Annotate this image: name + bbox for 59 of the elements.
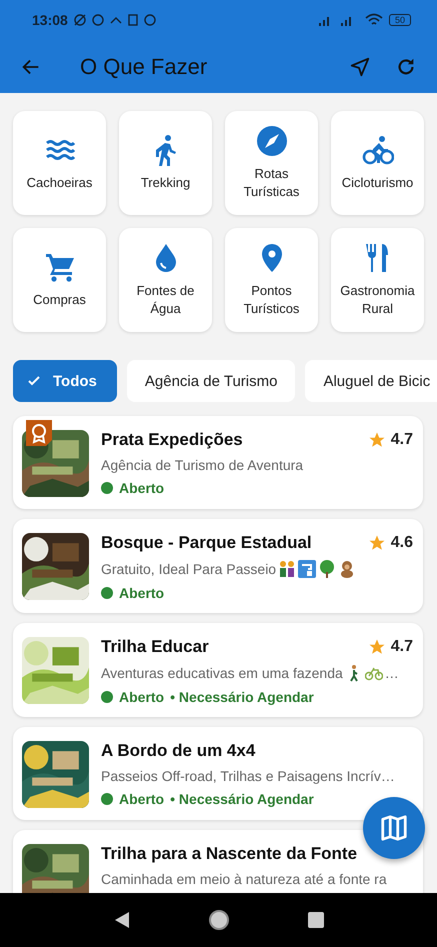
filter-chip[interactable]: Agência de Turismo — [126, 360, 296, 402]
open-status: Aberto — [119, 791, 164, 807]
place-title: A Bordo de um 4x4 — [101, 741, 256, 761]
home-circle-icon — [208, 909, 230, 931]
rating: 4.7 — [390, 431, 413, 449]
open-status-dot — [101, 793, 113, 805]
place-card[interactable]: Trilha Educar 4.7 Aventuras educativas em uma fazenda … Aberto • Necessário Agendar — [13, 623, 423, 717]
place-card[interactable]: Bosque - Parque Estadual 4.6 Gratuito, Ideal Para Passeio Aberto — [13, 519, 423, 613]
water-tap-icon — [298, 560, 316, 578]
category-tile[interactable]: Fontes de Água — [119, 228, 212, 332]
rating: 4.6 — [390, 534, 413, 552]
tree-icon — [318, 560, 336, 578]
navigation-arrow-icon — [349, 56, 371, 78]
check-icon — [27, 374, 41, 388]
filter-chip[interactable]: Aluguel de Bicic — [305, 360, 437, 402]
place-title: Prata Expedições — [101, 430, 243, 450]
ellipsis: … — [384, 665, 399, 681]
star-icon — [368, 534, 386, 552]
booking-note: • Necessário Agendar — [170, 689, 314, 705]
wifi-icon — [364, 13, 383, 27]
status-time: 13:08 — [32, 12, 68, 28]
category-tile[interactable]: Trekking — [119, 111, 212, 215]
place-description: Aventuras educativas em uma fazenda — [101, 665, 343, 681]
star-icon — [368, 431, 386, 449]
open-status-dot — [101, 482, 113, 494]
map-icon — [379, 813, 409, 843]
category-tile[interactable]: Gastronomia Rural — [331, 228, 424, 332]
place-card[interactable]: Prata Expedições 4.7 Agência de Turismo de Aventura Aberto — [13, 416, 423, 509]
filter-chip[interactable]: Todos — [13, 360, 117, 402]
place-title: Trilha para a Nascente da Fonte — [101, 844, 358, 864]
place-description: Gratuito, Ideal Para Passeio — [101, 561, 276, 577]
people-icon — [278, 560, 296, 578]
compass-icon — [256, 125, 288, 157]
category-tile[interactable]: Cicloturismo — [331, 111, 424, 215]
open-status: Aberto — [119, 689, 164, 705]
category-tile[interactable]: Pontos Turísticos — [225, 228, 318, 332]
booking-note: • Necessário Agendar — [170, 791, 314, 807]
cart-icon — [44, 251, 76, 283]
page-title: O Que Fazer — [79, 54, 208, 80]
open-status-dot — [101, 587, 113, 599]
place-title: Bosque - Parque Estadual — [101, 533, 312, 553]
open-status-dot — [101, 691, 113, 703]
open-status: Aberto — [119, 585, 164, 601]
recents-square-icon — [308, 912, 324, 928]
star-icon — [368, 638, 386, 656]
category-tile[interactable]: Rotas Turísticas — [225, 111, 318, 215]
place-description: Agência de Turismo de Aventura — [101, 457, 304, 473]
place-card[interactable]: Trilha para a Nascente da Fonte Caminhada em meio à natureza até a fonte ra — [13, 830, 423, 893]
open-status: Aberto — [119, 480, 164, 496]
rating: 4.7 — [390, 638, 413, 656]
cyclist-icon — [362, 134, 394, 166]
battery-level: 50 — [388, 14, 411, 26]
place-card[interactable]: A Bordo de um 4x4 Passeios Off-road, Trilhas e Paisagens Incrív… Aberto • Necessário Agendar — [13, 727, 423, 820]
place-description: Caminhada em meio à natureza até a fonte ra — [101, 871, 387, 887]
category-tile[interactable]: Compras — [13, 228, 106, 332]
category-tile[interactable]: Cachoeiras — [13, 111, 106, 215]
back-triangle-icon — [114, 911, 130, 929]
place-title: Trilha Educar — [101, 637, 209, 657]
place-description: Passeios Off-road, Trilhas e Paisagens Incrív… — [101, 768, 395, 784]
